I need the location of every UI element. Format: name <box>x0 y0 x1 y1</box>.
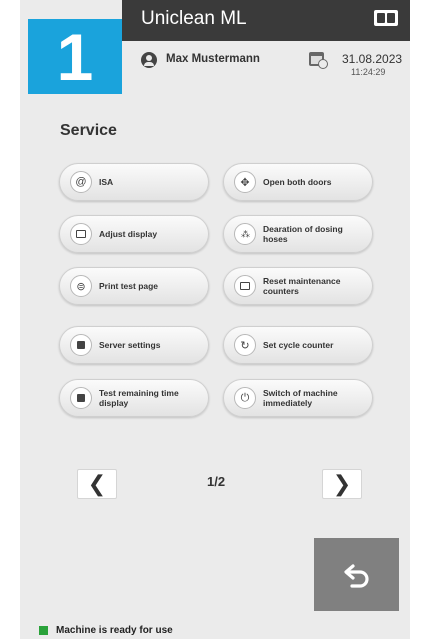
calendar-clock-icon <box>309 52 328 69</box>
adjust-display-button[interactable]: Adjust display <box>59 215 209 253</box>
button-label: Dearation of dosing hoses <box>263 224 343 244</box>
server-icon <box>70 334 92 356</box>
server-settings-button[interactable]: Server settings <box>59 326 209 364</box>
button-label: Print test page <box>99 281 159 291</box>
status-text: Machine is ready for use <box>56 625 173 636</box>
status-bar: Machine is ready for use <box>20 620 410 639</box>
button-label: ISA <box>99 177 114 187</box>
app-title: Uniclean ML <box>141 8 247 29</box>
brand-logo-icon <box>374 10 398 26</box>
dosing-icon: ⁂ <box>234 223 256 245</box>
user-name: Max Mustermann <box>166 53 260 65</box>
at-icon: @ <box>70 171 92 193</box>
button-label: Set cycle counter <box>263 340 334 350</box>
display-icon <box>70 223 92 245</box>
reset-maintenance-counters-button[interactable]: Reset maintenance counters <box>223 267 373 305</box>
title-bar: Uniclean ML <box>122 0 410 41</box>
user-icon <box>141 52 157 68</box>
switch-off-machine-button[interactable]: ⏻ Switch of machine immediately <box>223 379 373 417</box>
test-remaining-time-display-button[interactable]: Test remaining time display <box>59 379 209 417</box>
back-button[interactable] <box>314 538 399 611</box>
isa-button[interactable]: @ ISA <box>59 163 209 201</box>
button-label: Server settings <box>99 340 161 350</box>
print-icon: ⊜ <box>70 275 92 297</box>
button-label: Test remaining time display <box>99 388 179 408</box>
status-indicator-icon <box>39 626 48 635</box>
open-both-doors-button[interactable]: ✥ Open both doors <box>223 163 373 201</box>
remaining-time-icon <box>70 387 92 409</box>
dearation-dosing-hoses-button[interactable]: ⁂ Dearation of dosing hoses <box>223 215 373 253</box>
machine-screen: 1 Uniclean ML Max Mustermann 31.08.2023 … <box>20 0 410 639</box>
chevron-left-icon: ❮ <box>87 471 107 496</box>
button-label: Open both doors <box>263 177 332 187</box>
page-indicator: 1/2 <box>207 474 226 489</box>
print-test-page-button[interactable]: ⊜ Print test page <box>59 267 209 305</box>
counter-reset-icon <box>234 275 256 297</box>
header: 1 Uniclean ML Max Mustermann 31.08.2023 … <box>20 0 410 94</box>
time-display: 11:24:29 <box>351 67 386 77</box>
chevron-right-icon: ❯ <box>332 471 352 496</box>
back-arrow-icon <box>343 563 369 588</box>
button-label: Switch of machine immediately <box>263 388 338 408</box>
doors-icon: ✥ <box>234 171 256 193</box>
machine-number-badge: 1 <box>28 19 122 94</box>
cycle-counter-icon: ↻ <box>234 334 256 356</box>
power-icon: ⏻ <box>234 387 256 409</box>
button-label: Reset maintenance counters <box>263 276 341 296</box>
set-cycle-counter-button[interactable]: ↻ Set cycle counter <box>223 326 373 364</box>
next-page-button[interactable]: ❯ <box>322 469 362 499</box>
button-label: Adjust display <box>99 229 158 239</box>
section-title: Service <box>60 122 117 139</box>
date-display: 31.08.2023 <box>342 52 403 66</box>
previous-page-button[interactable]: ❮ <box>77 469 117 499</box>
